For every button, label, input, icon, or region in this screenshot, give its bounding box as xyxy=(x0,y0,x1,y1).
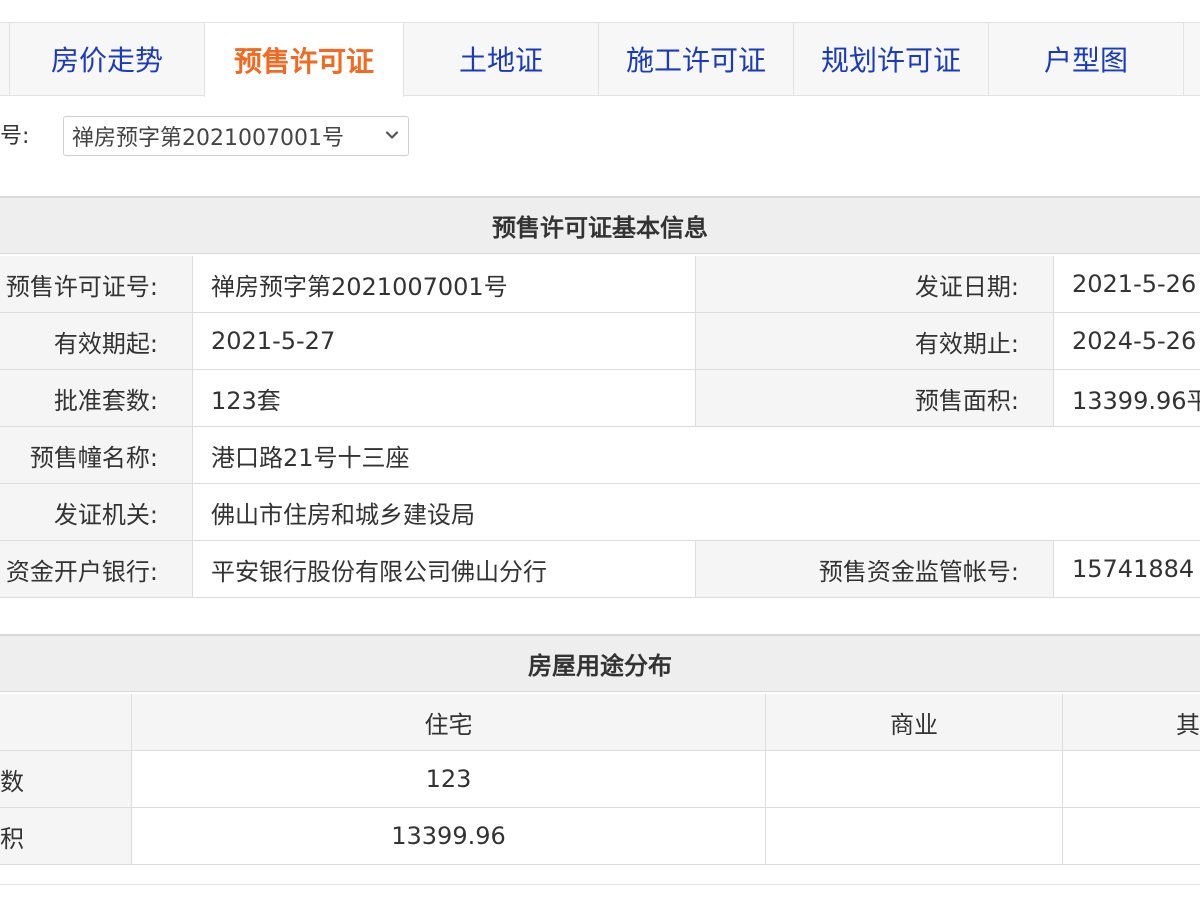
valid-to-label: 有效期止: xyxy=(695,313,1053,369)
units-value: 123套 xyxy=(192,370,695,426)
basic-info-title: 预售许可证基本信息 xyxy=(0,196,1200,254)
chevron-down-icon xyxy=(385,131,399,139)
tab-divider-left xyxy=(0,95,204,96)
tab-label: 规划许可证 xyxy=(820,44,961,77)
tab-partial-right[interactable] xyxy=(1184,23,1200,95)
building-value: 港口路21号十三座 xyxy=(192,427,1200,483)
usage-col-header: 住宅 xyxy=(131,694,765,750)
authority-label: 发证机关: xyxy=(0,484,192,540)
permit-select[interactable]: 禅房预字第2021007001号 xyxy=(63,116,409,156)
tab-construction-permit[interactable]: 施工许可证 xyxy=(599,23,794,95)
table-row: 积 13399.96 xyxy=(0,808,1200,865)
info-row-units: 批准套数: 123套 预售面积: 13399.96平 xyxy=(0,370,1200,427)
divider xyxy=(0,884,1200,885)
tab-label: 户型图 xyxy=(1043,44,1128,77)
tab-label: 土地证 xyxy=(458,44,543,77)
usage-header-row: 住宅 商业 其 xyxy=(0,694,1200,751)
permit-no-value: 禅房预字第2021007001号 xyxy=(192,256,695,312)
usage-row-label: 数 xyxy=(0,751,131,807)
account-value: 15741884 xyxy=(1053,541,1200,597)
permit-no-label: 预售许可证号: xyxy=(0,256,192,312)
units-label: 批准套数: xyxy=(0,370,192,426)
issue-date-value: 2021-5-26 xyxy=(1053,256,1200,312)
info-row-authority: 发证机关: 佛山市住房和城乡建设局 xyxy=(0,484,1200,541)
bank-value: 平安银行股份有限公司佛山分行 xyxy=(192,541,695,597)
bank-label: 资金开户银行: xyxy=(0,541,192,597)
info-row-permit: 预售许可证号: 禅房预字第2021007001号 发证日期: 2021-5-26 xyxy=(0,256,1200,313)
authority-value: 佛山市住房和城乡建设局 xyxy=(192,484,1200,540)
tab-label: 预售许可证 xyxy=(233,45,374,78)
tab-planning-permit[interactable]: 规划许可证 xyxy=(794,23,989,95)
usage-col-header: 其 xyxy=(1062,694,1200,750)
valid-from-value: 2021-5-27 xyxy=(192,313,695,369)
issue-date-label: 发证日期: xyxy=(695,256,1053,312)
permit-select-value: 禅房预字第2021007001号 xyxy=(72,126,344,151)
usage-cell: 123 xyxy=(131,751,765,807)
usage-cell xyxy=(1062,751,1200,807)
usage-col-header xyxy=(0,694,131,750)
usage-title: 房屋用途分布 xyxy=(0,634,1200,692)
usage-col-header: 商业 xyxy=(765,694,1062,750)
usage-cell: 13399.96 xyxy=(131,808,765,864)
tab-land-certificate[interactable]: 土地证 xyxy=(404,23,599,95)
tab-partial-left[interactable] xyxy=(0,23,10,95)
tab-price-trend[interactable]: 房价走势 xyxy=(10,23,205,95)
usage-cell xyxy=(765,808,1062,864)
tab-divider-right xyxy=(404,95,1200,96)
building-label: 预售幢名称: xyxy=(0,427,192,483)
area-label: 预售面积: xyxy=(695,370,1053,426)
tab-floor-plan[interactable]: 户型图 xyxy=(989,23,1184,95)
table-row: 数 123 xyxy=(0,751,1200,808)
info-row-building: 预售幢名称: 港口路21号十三座 xyxy=(0,427,1200,484)
valid-from-label: 有效期起: xyxy=(0,313,192,369)
area-value: 13399.96平 xyxy=(1053,370,1200,426)
tab-presale-permit[interactable]: 预售许可证 xyxy=(204,23,404,97)
info-row-validity: 有效期起: 2021-5-27 有效期止: 2024-5-26 xyxy=(0,313,1200,370)
tab-label: 施工许可证 xyxy=(625,44,766,77)
usage-cell xyxy=(765,751,1062,807)
tab-label: 房价走势 xyxy=(50,44,163,77)
permit-select-label: 号: xyxy=(0,124,30,149)
valid-to-value: 2024-5-26 xyxy=(1053,313,1200,369)
usage-cell xyxy=(1062,808,1200,864)
info-row-bank: 资金开户银行: 平安银行股份有限公司佛山分行 预售资金监管帐号: 1574188… xyxy=(0,541,1200,598)
account-label: 预售资金监管帐号: xyxy=(695,541,1053,597)
usage-row-label: 积 xyxy=(0,808,131,864)
